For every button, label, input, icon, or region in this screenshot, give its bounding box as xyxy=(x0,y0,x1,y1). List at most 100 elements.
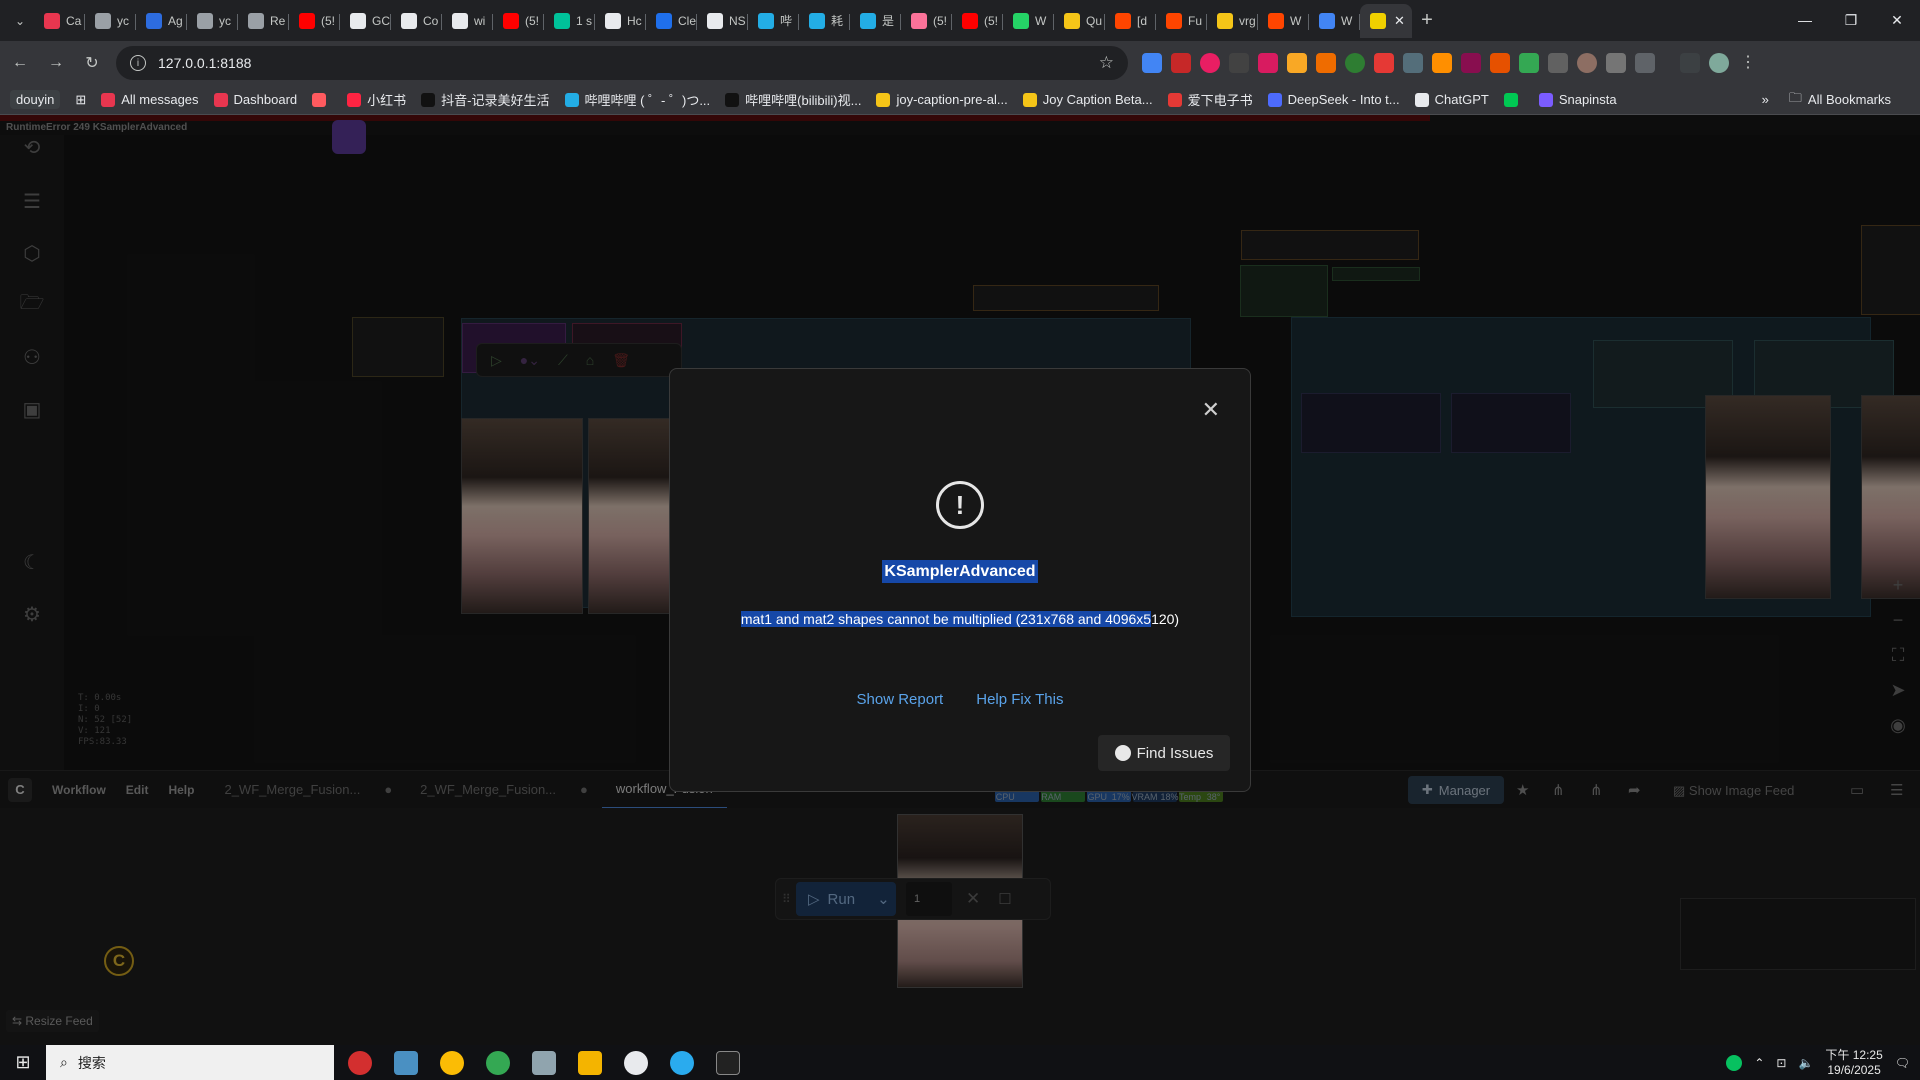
extension-green-icon[interactable] xyxy=(1345,53,1365,73)
help-fix-button[interactable]: Help Fix This xyxy=(976,691,1063,708)
forward-icon[interactable]: → xyxy=(40,47,72,79)
browser-tab[interactable]: (5! xyxy=(493,4,544,38)
bookmark-item[interactable]: 哔哩哔哩 ( ゜- ゜)つ... xyxy=(564,90,710,109)
cloud-sync-icon[interactable] xyxy=(624,1050,648,1075)
new-tab-icon[interactable]: + xyxy=(1412,9,1442,32)
address-bar[interactable]: i 127.0.0.1:8188 ☆ xyxy=(116,46,1128,80)
extension-bolt-icon[interactable] xyxy=(1432,53,1452,73)
extension-orange-icon[interactable] xyxy=(1490,53,1510,73)
browser-menu-icon[interactable]: ⋮ xyxy=(1738,53,1758,73)
bookmark-item[interactable]: joy-caption-pre-al... xyxy=(876,92,1008,107)
browser-tab[interactable]: W xyxy=(1309,4,1360,38)
notepad-icon[interactable] xyxy=(532,1050,556,1075)
close-window-icon[interactable]: ✕ xyxy=(1874,0,1920,40)
network-icon[interactable]: ⊡ xyxy=(1776,1056,1786,1070)
file-explorer-icon[interactable] xyxy=(578,1050,602,1075)
browser-tab[interactable]: 是 xyxy=(850,4,901,38)
terminal-icon[interactable] xyxy=(716,1050,740,1075)
extensions-puzzle-icon[interactable] xyxy=(1635,53,1655,73)
bookmark-star-icon[interactable]: ☆ xyxy=(1099,53,1114,73)
monitor-app-icon[interactable] xyxy=(394,1050,418,1075)
tab-search-icon[interactable]: ⌄ xyxy=(6,7,34,35)
browser-tab[interactable]: (5! xyxy=(901,4,952,38)
apps-grid-icon[interactable]: ⊞ xyxy=(75,92,86,108)
wechat-tray-icon[interactable] xyxy=(1726,1054,1743,1071)
extension-target-icon[interactable] xyxy=(1200,53,1220,73)
browser-tab[interactable]: (5! xyxy=(289,4,340,38)
browser-tab[interactable]: 哔 xyxy=(748,4,799,38)
bookmark-douyin[interactable]: douyin xyxy=(10,90,61,109)
tray-expand-icon[interactable]: ⌃ xyxy=(1754,1056,1764,1070)
bookmark-item[interactable]: 哔哩哔哩(bilibili)视... xyxy=(725,90,861,109)
chrome-icon[interactable] xyxy=(486,1050,510,1075)
browser-tab[interactable]: Co xyxy=(391,4,442,38)
browser-tab[interactable]: Hc xyxy=(595,4,646,38)
show-report-button[interactable]: Show Report xyxy=(857,691,944,708)
bookmark-item[interactable] xyxy=(1503,92,1524,107)
browser-tab[interactable]: (5! xyxy=(952,4,1003,38)
opera-icon[interactable] xyxy=(348,1050,372,1075)
bookmark-item[interactable]: DeepSeek - Into t... xyxy=(1267,92,1400,107)
bookmark-item[interactable]: 小红书 xyxy=(347,90,406,109)
browser-tab[interactable]: vrg xyxy=(1207,4,1258,38)
browser-tab[interactable]: Ag xyxy=(136,4,187,38)
reload-icon[interactable]: ↻ xyxy=(76,47,108,79)
tab-favicon-icon xyxy=(452,12,468,29)
find-issues-button[interactable]: Find Issues xyxy=(1098,735,1230,771)
volume-icon[interactable]: 🔈 xyxy=(1798,1056,1813,1070)
extension-red-icon[interactable] xyxy=(1171,53,1191,73)
browser-tab[interactable]: Ca xyxy=(34,4,85,38)
bookmark-item[interactable]: 抖音-记录美好生活 xyxy=(421,90,550,109)
all-bookmarks-button[interactable]: 🗀 All Bookmarks xyxy=(1789,89,1891,111)
taskbar-search-box[interactable]: ⌕ 搜索 xyxy=(46,1045,334,1080)
close-tab-icon[interactable]: ✕ xyxy=(1394,13,1405,29)
minimize-icon[interactable]: — xyxy=(1782,0,1828,40)
restore-icon[interactable]: ❐ xyxy=(1828,0,1874,40)
translate-extension-icon[interactable] xyxy=(1142,53,1162,73)
extension-dark-icon[interactable] xyxy=(1229,53,1249,73)
extension-red-square-icon[interactable] xyxy=(1374,53,1394,73)
bookmarks-overflow-icon[interactable]: » xyxy=(1762,92,1769,107)
pinwheel-app-icon[interactable] xyxy=(440,1050,464,1075)
browser-tab[interactable]: [d xyxy=(1105,4,1156,38)
extension-grid-icon[interactable] xyxy=(1461,53,1481,73)
windows-start-icon[interactable]: ⊞ xyxy=(0,1045,46,1080)
browser-tab[interactable]: Qu xyxy=(1054,4,1105,38)
browser-tab[interactable]: yc xyxy=(187,4,238,38)
browser-tab[interactable]: GC xyxy=(340,4,391,38)
cookie-icon[interactable] xyxy=(1577,53,1597,73)
extension-cloud-icon[interactable] xyxy=(1548,53,1568,73)
notifications-icon[interactable]: 🗨 xyxy=(1895,1056,1910,1070)
browser-tab[interactable]: 耗 xyxy=(799,4,850,38)
bookmark-item[interactable]: All messages xyxy=(101,92,199,107)
extension-mixed-icon[interactable] xyxy=(1403,53,1423,73)
browser-tab[interactable]: Re xyxy=(238,4,289,38)
site-info-icon[interactable]: i xyxy=(130,55,146,71)
taskbar-clock[interactable]: 下午 12:25 19/6/2025 xyxy=(1825,1048,1882,1078)
bookmark-item[interactable]: Dashboard xyxy=(213,92,297,107)
bookmark-item[interactable] xyxy=(312,92,332,107)
browser-tab[interactable]: W xyxy=(1003,4,1054,38)
google-drive-icon[interactable] xyxy=(1519,53,1539,73)
tab-active-comfyui[interactable]: ✕ xyxy=(1360,3,1412,38)
back-icon[interactable]: ← xyxy=(4,47,36,79)
extension-home-icon[interactable] xyxy=(1606,53,1626,73)
bookmark-item[interactable]: Snapinsta xyxy=(1538,92,1617,107)
bookmark-item[interactable]: ChatGPT xyxy=(1414,92,1489,107)
downloads-icon[interactable] xyxy=(1680,53,1700,73)
browser-tab[interactable]: Fu xyxy=(1156,4,1207,38)
browser-tab[interactable]: W xyxy=(1258,4,1309,38)
profile-avatar[interactable] xyxy=(1709,53,1729,73)
extension-yellow-icon[interactable] xyxy=(1287,53,1307,73)
browser-tab[interactable]: wi xyxy=(442,4,493,38)
bookmark-item[interactable]: Joy Caption Beta... xyxy=(1022,92,1153,107)
browser-tab[interactable]: yc xyxy=(85,4,136,38)
extension-megaphone-icon[interactable] xyxy=(1316,53,1336,73)
browser-tab[interactable]: Cle xyxy=(646,4,697,38)
close-dialog-icon[interactable]: ✕ xyxy=(1202,397,1220,423)
bookmark-item[interactable]: 爱下电子书 xyxy=(1167,90,1253,109)
browser-tab[interactable]: 1 s xyxy=(544,4,595,38)
browser-tab[interactable]: NS xyxy=(697,4,748,38)
telegram-icon[interactable] xyxy=(670,1050,694,1075)
extension-download-icon[interactable] xyxy=(1258,53,1278,73)
